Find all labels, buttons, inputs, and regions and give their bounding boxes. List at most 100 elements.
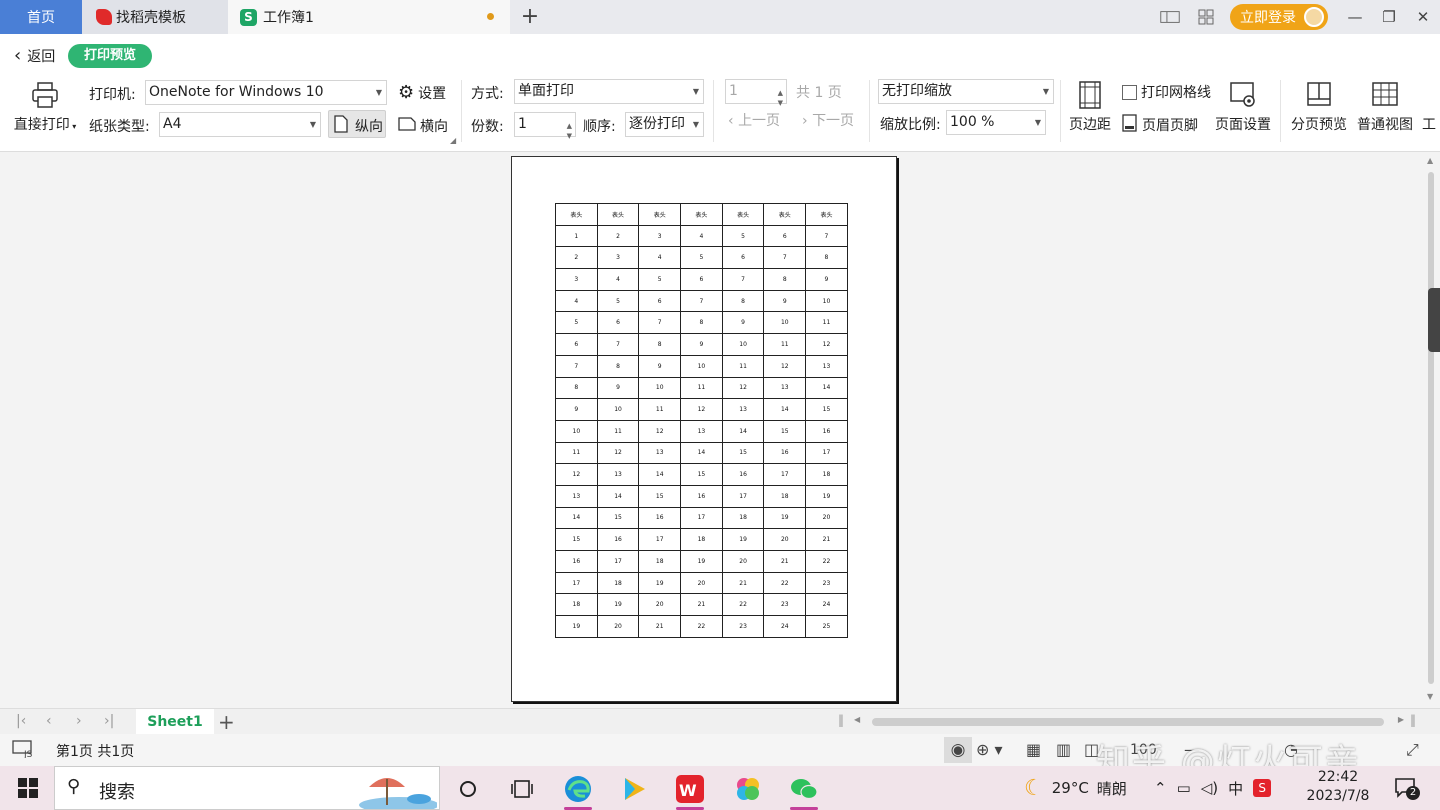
table-cell: 12 [596,441,640,465]
scroll-thumb[interactable] [1428,172,1434,684]
clock[interactable]: 22:42 2023/7/8 [1302,768,1374,806]
add-sheet-button[interactable]: + [218,710,235,734]
freeze-panes-icon[interactable]: ⊕ ▾ [976,740,1003,759]
task-view-icon[interactable] [502,772,542,806]
table-cell: 13 [721,398,765,421]
page-setup-button[interactable]: 页面设置 [1212,80,1274,134]
scroll-up-icon[interactable]: ▲ [1427,156,1433,165]
margins-button[interactable]: 页边距 [1066,80,1114,134]
table-row: 14 15 16 17 18 19 20 [555,506,848,530]
header-footer-button[interactable]: 页眉页脚 [1122,114,1198,136]
minimize-icon[interactable]: — [1338,8,1372,26]
table-cell: 3 [638,224,682,248]
page-break-preview-button[interactable]: 分页预览 [1288,80,1350,134]
prev-sheet-icon[interactable]: ‹ [46,713,52,729]
scroll-thumb[interactable] [872,718,1384,726]
apps-grid-icon[interactable] [1196,7,1216,27]
order-select[interactable]: 逐份打印 ▼ [625,112,704,137]
normal-view-button[interactable]: 普通视图 [1354,80,1416,134]
total-pages: 共 1 页 [796,85,842,101]
checkbox-icon [1122,84,1137,100]
normal-view-icon[interactable]: ▦ [1026,740,1041,759]
paper-type-select[interactable]: A4 ▼ [159,112,321,137]
table-cell: 13 [680,419,723,443]
sheet-tab-sheet1[interactable]: Sheet1 [136,709,214,735]
weather-widget[interactable]: ☾ 29°C 晴朗 [1024,766,1127,810]
windows-start-icon[interactable] [18,778,38,798]
layout-switch-icon[interactable] [1160,7,1180,27]
table-row: 16 17 18 19 20 21 22 [555,550,848,573]
tab-home[interactable]: 首页 [0,0,82,34]
search-icon: ⚲ [67,776,81,797]
tab-workbook[interactable]: S 工作簿1 [228,0,510,34]
scale-mode-select[interactable]: 无打印缩放 ▼ [878,79,1054,104]
table-header-cell: 表头 [555,203,598,226]
back-button[interactable]: ‹ 返回 [14,46,55,66]
next-page-button[interactable]: › 下一页 [802,110,854,130]
scroll-right-icon[interactable]: ▶ [1398,715,1404,724]
table-row: 3456789 [555,268,848,291]
wps-icon[interactable]: W [670,772,710,810]
portrait-button[interactable]: 纵向 [328,110,386,138]
print-method-select[interactable]: 单面打印 ▼ [514,79,704,104]
macro-record-icon[interactable]: JS [12,740,34,762]
scale-select[interactable]: 100 % ▼ [946,110,1046,135]
taskbar-search[interactable]: ⚲ 搜索 [54,766,440,810]
table-cell: 14 [763,398,807,421]
page-number-stepper[interactable]: 1 ▲ ▼ [725,79,787,107]
printer-settings-button[interactable]: ⚙ 设置 [398,82,446,103]
printer-select[interactable]: OneNote for Windows 10 ▼ [145,80,387,105]
battery-icon[interactable]: ▭ [1177,779,1191,797]
media-player-icon[interactable] [614,772,654,806]
table-cell: 9 [680,333,723,356]
prev-page-button[interactable]: ‹ 上一页 [728,110,780,130]
direct-print-button[interactable]: 直接打印 ▾ [12,80,78,134]
split-handle-icon[interactable]: ‖ [838,713,844,727]
next-sheet-icon[interactable]: › [76,713,82,729]
table-cell: 5 [721,224,765,248]
ribbon-overflow[interactable]: 工 [1422,114,1438,134]
edge-icon[interactable] [558,772,598,810]
print-method-label: 方式: [471,86,504,102]
scroll-down-icon[interactable]: ▼ [1427,692,1433,701]
table-cell: 18 [555,593,598,617]
restore-icon[interactable]: ❐ [1372,8,1406,26]
page-layout-view-icon[interactable]: ▥ [1056,740,1071,759]
chevron-up-icon[interactable]: ⌃ [1154,779,1167,797]
photos-app-icon[interactable] [728,772,768,806]
scroll-left-icon[interactable]: ◀ [854,715,860,724]
sogou-ime-icon[interactable]: S [1253,779,1272,797]
tab-template[interactable]: 找稻壳模板 [82,0,228,34]
notification-center-icon[interactable]: 2 [1394,776,1420,800]
close-icon[interactable]: ✕ [1406,8,1440,26]
table-row: 7 8 9 10 11 12 13 [555,354,848,378]
task-view-circle-icon[interactable] [448,772,488,806]
table-cell: 19 [638,571,682,595]
wechat-icon[interactable] [784,772,824,810]
volume-icon[interactable]: ◁) [1201,779,1218,797]
ime-indicator[interactable]: 中 [1228,778,1243,799]
order-value: 逐份打印 [629,116,685,132]
group-expand-icon[interactable]: ◢ [450,136,456,145]
eye-icon[interactable]: ◉ [944,737,972,763]
login-button[interactable]: 立即登录 [1230,4,1328,30]
horizontal-scrollbar[interactable]: ◀ ▶ [852,715,1406,729]
new-tab-button[interactable]: + [518,4,542,30]
table-cell: 9 [638,354,682,378]
copies-stepper[interactable]: 1 ▲ ▼ [514,112,576,140]
print-gridlines-checkbox[interactable]: 打印网格线 [1122,82,1211,102]
table-cell: 24 [805,593,848,617]
fullscreen-icon[interactable]: ⤢ [1406,740,1419,760]
vertical-scrollbar[interactable]: ▲ ▼ [1424,152,1440,708]
split-handle-icon[interactable]: ‖ [1410,713,1416,727]
table-cell: 11 [805,311,848,335]
stepper-down-icon[interactable]: ▼ [567,125,572,148]
chevron-down-icon: ▼ [309,120,316,129]
table-cell: 8 [596,354,640,378]
order-label: 顺序: [583,119,616,135]
table-cell: 17 [638,528,682,551]
side-panel-handle[interactable] [1428,288,1440,352]
last-sheet-icon[interactable]: ›| [104,713,114,729]
first-sheet-icon[interactable]: |‹ [16,713,26,729]
landscape-button[interactable]: 横向 [398,116,448,136]
